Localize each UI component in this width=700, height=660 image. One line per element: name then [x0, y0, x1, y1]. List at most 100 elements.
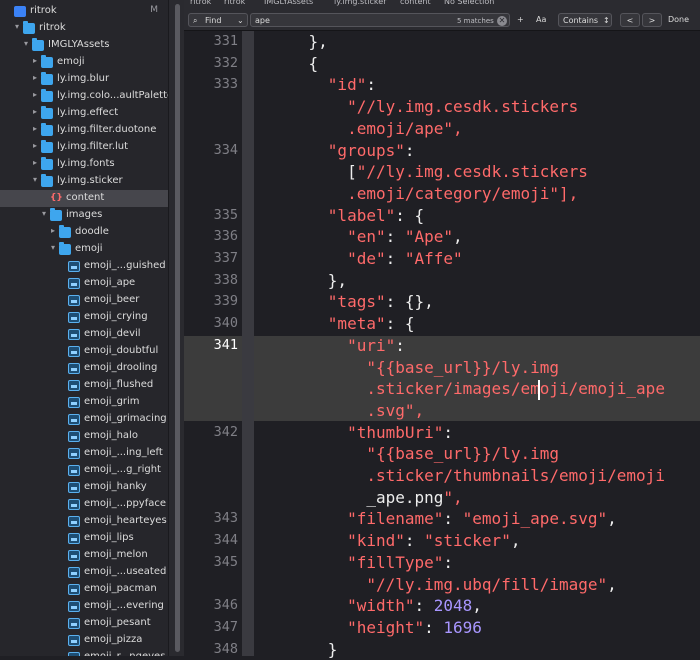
disclosure-closed-icon[interactable]: ▸	[31, 91, 39, 99]
code-line[interactable]: "{{base_url}}/ly.img	[270, 357, 559, 379]
tree-item[interactable]: ▾ emoji	[0, 241, 168, 258]
disclosure-closed-icon[interactable]: ▸	[31, 108, 39, 116]
code-line[interactable]: "uri":	[270, 335, 405, 357]
tree-item[interactable]: ▾ ritrok	[0, 20, 168, 37]
match-type-select[interactable]: Contains ↕	[558, 13, 612, 27]
project-navigator[interactable]: ritrok M ▾ ritrok ▾ IMGLYAssets ▸ emoji ▸ ly.img.…	[0, 0, 168, 656]
code-line[interactable]: "width": 2048,	[270, 595, 482, 617]
code-line[interactable]: "meta": {	[270, 313, 415, 335]
tree-item-label: emoji	[57, 56, 85, 67]
tree-item[interactable]: emoji_pesant	[0, 615, 168, 632]
case-sensitive-button[interactable]: Aa	[536, 13, 552, 27]
tree-item[interactable]: emoji_pacman	[0, 581, 168, 598]
tree-item[interactable]: emoji_...guished	[0, 258, 168, 275]
find-mode-select[interactable]: ⌕ Find ⌄	[188, 13, 248, 27]
breadcrumb-item[interactable]: ritrok	[224, 0, 245, 6]
tree-item[interactable]: emoji_devil	[0, 326, 168, 343]
breadcrumb-item[interactable]: ly.img.sticker	[334, 0, 386, 6]
tree-item[interactable]: ▸ ly.img.filter.lut	[0, 139, 168, 156]
tree-item[interactable]: ▾ ly.img.sticker	[0, 173, 168, 190]
code-line[interactable]: },	[270, 31, 328, 53]
code-line[interactable]: "tags": {},	[270, 291, 434, 313]
tree-item[interactable]: emoji_crying	[0, 309, 168, 326]
tree-item[interactable]: emoji_drooling	[0, 360, 168, 377]
clear-icon[interactable]: ✕	[497, 16, 507, 26]
tree-item[interactable]: emoji_hearteyes	[0, 513, 168, 530]
navigator-scrollbar[interactable]	[175, 4, 180, 652]
code-line[interactable]: "kind": "sticker",	[270, 530, 520, 552]
breadcrumb-item[interactable]: IMGLYAssets	[264, 0, 313, 6]
tree-item[interactable]: emoji_...useated	[0, 564, 168, 581]
tree-item[interactable]: ▾ images	[0, 207, 168, 224]
tree-item[interactable]: emoji_...g_right	[0, 462, 168, 479]
code-line[interactable]: .svg",	[270, 400, 424, 422]
disclosure-closed-icon[interactable]: ▸	[31, 142, 39, 150]
disclosure-open-icon[interactable]: ▾	[13, 23, 21, 31]
tree-item[interactable]: emoji_flushed	[0, 377, 168, 394]
code-line[interactable]: "{{base_url}}/ly.img	[270, 443, 559, 465]
tree-item[interactable]: emoji_grimacing	[0, 411, 168, 428]
tree-item[interactable]: ▸ doodle	[0, 224, 168, 241]
disclosure-open-icon[interactable]: ▾	[40, 210, 48, 218]
find-query-input[interactable]: ape 5 matches ✕	[250, 13, 510, 27]
code-line[interactable]: .sticker/images/emoji/emoji_ape	[270, 378, 665, 400]
disclosure-open-icon[interactable]: ▾	[31, 176, 39, 184]
next-match-button[interactable]: >	[642, 13, 662, 27]
breadcrumb-item[interactable]: No Selection	[444, 0, 494, 6]
code-line[interactable]: "label": {	[270, 205, 424, 227]
add-pattern-button[interactable]: +	[517, 13, 527, 27]
tree-item[interactable]: emoji_...ing_left	[0, 445, 168, 462]
code-line[interactable]: "//ly.img.ubq/fill/image",	[270, 574, 616, 596]
disclosure-closed-icon[interactable]: ▸	[31, 57, 39, 65]
disclosure-closed-icon[interactable]: ▸	[31, 74, 39, 82]
code-line[interactable]: }	[270, 639, 338, 660]
code-line[interactable]: .sticker/thumbnails/emoji/emoji	[270, 465, 665, 487]
tree-item[interactable]: emoji_hanky	[0, 479, 168, 496]
code-line[interactable]: "//ly.img.cesdk.stickers	[270, 96, 578, 118]
code-line[interactable]: "height": 1696	[270, 617, 482, 639]
tree-item[interactable]: emoji_lips	[0, 530, 168, 547]
code-line[interactable]: ["//ly.img.cesdk.stickers	[270, 161, 588, 183]
tree-item[interactable]: ▸ ly.img.fonts	[0, 156, 168, 173]
previous-match-button[interactable]: <	[620, 13, 640, 27]
disclosure-open-icon[interactable]: ▾	[22, 40, 30, 48]
tree-item[interactable]: ▾ IMGLYAssets	[0, 37, 168, 54]
disclosure-closed-icon[interactable]: ▸	[31, 159, 39, 167]
tree-item[interactable]: ▸ ly.img.blur	[0, 71, 168, 88]
tree-item[interactable]: ▸ ly.img.effect	[0, 105, 168, 122]
disclosure-closed-icon[interactable]: ▸	[31, 125, 39, 133]
tree-item[interactable]: emoji_doubtful	[0, 343, 168, 360]
disclosure-open-icon[interactable]: ▾	[49, 244, 57, 252]
tree-item[interactable]: ▸ ly.img.colo...aultPalette	[0, 88, 168, 105]
tree-item[interactable]: {} content	[0, 190, 168, 207]
done-button[interactable]: Done	[668, 13, 698, 27]
tree-item[interactable]: emoji_halo	[0, 428, 168, 445]
tree-item[interactable]: emoji_pizza	[0, 632, 168, 649]
breadcrumb-item[interactable]: ritrok	[190, 0, 211, 6]
tree-item[interactable]: emoji_ape	[0, 275, 168, 292]
tree-item[interactable]: emoji_...evering	[0, 598, 168, 615]
tree-item[interactable]: emoji_melon	[0, 547, 168, 564]
code-line[interactable]: },	[270, 270, 347, 292]
code-line[interactable]: .emoji/ape",	[270, 118, 463, 140]
tree-item[interactable]: emoji_beer	[0, 292, 168, 309]
tree-item[interactable]: emoji_r...ngeyes	[0, 649, 168, 656]
breadcrumb-item[interactable]: content	[400, 0, 431, 6]
code-line[interactable]: "de": "Affe"	[270, 248, 463, 270]
code-line[interactable]: _ape.png",	[270, 487, 462, 509]
code-line[interactable]: "thumbUri":	[270, 422, 453, 444]
code-line[interactable]: "fillType":	[270, 552, 453, 574]
code-line[interactable]: "en": "Ape",	[270, 226, 463, 248]
tree-item[interactable]: emoji_...ppyface	[0, 496, 168, 513]
code-line[interactable]: "filename": "emoji_ape.svg",	[270, 508, 617, 530]
code-line[interactable]: "groups":	[270, 140, 415, 162]
disclosure-closed-icon[interactable]: ▸	[49, 227, 57, 235]
code-line[interactable]: .emoji/category/emoji"],	[270, 183, 578, 205]
tree-item[interactable]: emoji_grim	[0, 394, 168, 411]
code-line[interactable]: "id":	[270, 74, 376, 96]
tree-item[interactable]: ▸ ly.img.filter.duotone	[0, 122, 168, 139]
tree-item[interactable]: ▸ emoji	[0, 54, 168, 71]
tree-item-label: emoji_ape	[84, 277, 136, 288]
code-line[interactable]: {	[270, 53, 319, 75]
tree-item[interactable]: ritrok M	[0, 3, 168, 20]
